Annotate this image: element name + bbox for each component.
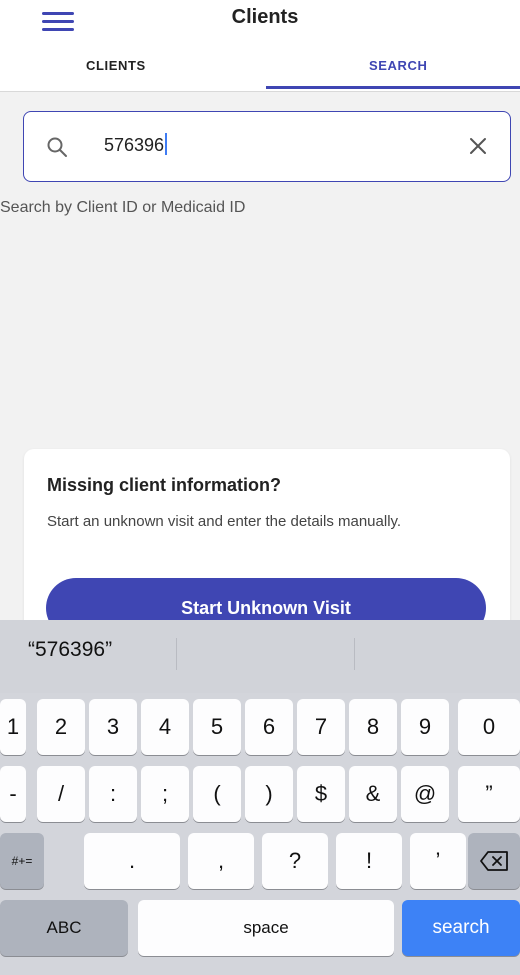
- key-exclamation[interactable]: !: [336, 833, 402, 889]
- active-tab-indicator: [266, 86, 520, 89]
- card-description: Start an unknown visit and enter the det…: [47, 513, 402, 530]
- key-space[interactable]: space: [138, 900, 394, 956]
- key-5[interactable]: 5: [193, 699, 241, 755]
- tab-clients[interactable]: CLIENTS: [86, 58, 146, 73]
- suggestion-divider: [176, 638, 177, 670]
- app-header: Clients CLIENTS SEARCH: [0, 0, 520, 92]
- key-dollar[interactable]: $: [297, 766, 345, 822]
- backspace-icon: [480, 851, 508, 871]
- key-abc[interactable]: ABC: [0, 900, 128, 956]
- key-search[interactable]: search: [402, 900, 520, 956]
- key-6[interactable]: 6: [245, 699, 293, 755]
- key-open-paren[interactable]: (: [193, 766, 241, 822]
- key-slash[interactable]: /: [37, 766, 85, 822]
- key-4[interactable]: 4: [141, 699, 189, 755]
- key-question[interactable]: ?: [262, 833, 328, 889]
- header-divider: [0, 91, 520, 92]
- key-apostrophe[interactable]: ’: [410, 833, 466, 889]
- key-2[interactable]: 2: [37, 699, 85, 755]
- key-7[interactable]: 7: [297, 699, 345, 755]
- suggestion-bar: “576396”: [0, 620, 520, 693]
- tab-search[interactable]: SEARCH: [369, 58, 428, 73]
- key-hyphen[interactable]: -: [0, 766, 26, 822]
- key-8[interactable]: 8: [349, 699, 397, 755]
- search-icon: [47, 137, 67, 157]
- key-3[interactable]: 3: [89, 699, 137, 755]
- card-title: Missing client information?: [47, 475, 282, 495]
- search-input[interactable]: 576396: [23, 111, 511, 182]
- clear-icon[interactable]: [466, 134, 490, 158]
- key-period[interactable]: .: [84, 833, 180, 889]
- missing-client-card: Missing client information? Start an unk…: [24, 449, 510, 639]
- backspace-key[interactable]: [468, 833, 520, 889]
- key-comma[interactable]: ,: [188, 833, 254, 889]
- key-close-paren[interactable]: ): [245, 766, 293, 822]
- key-0[interactable]: 0: [458, 699, 520, 755]
- key-at[interactable]: @: [401, 766, 449, 822]
- search-value: 576396: [104, 135, 165, 155]
- page-title: Clients: [231, 6, 299, 28]
- key-more-symbols[interactable]: #+=: [0, 833, 44, 889]
- key-9[interactable]: 9: [401, 699, 449, 755]
- key-ampersand[interactable]: &: [349, 766, 397, 822]
- key-1[interactable]: 1: [0, 699, 26, 755]
- suggestion-divider: [354, 638, 355, 670]
- text-cursor: [165, 133, 168, 155]
- suggestion-item[interactable]: “576396”: [28, 638, 112, 662]
- search-hint: Search by Client ID or Medicaid ID: [0, 199, 246, 216]
- key-semicolon[interactable]: ;: [141, 766, 189, 822]
- key-colon[interactable]: :: [89, 766, 137, 822]
- keyboard: “576396” 1 2 3 4 5 6 7 8 9 0 - / : ; ( )…: [0, 620, 520, 975]
- key-quote[interactable]: ”: [458, 766, 520, 822]
